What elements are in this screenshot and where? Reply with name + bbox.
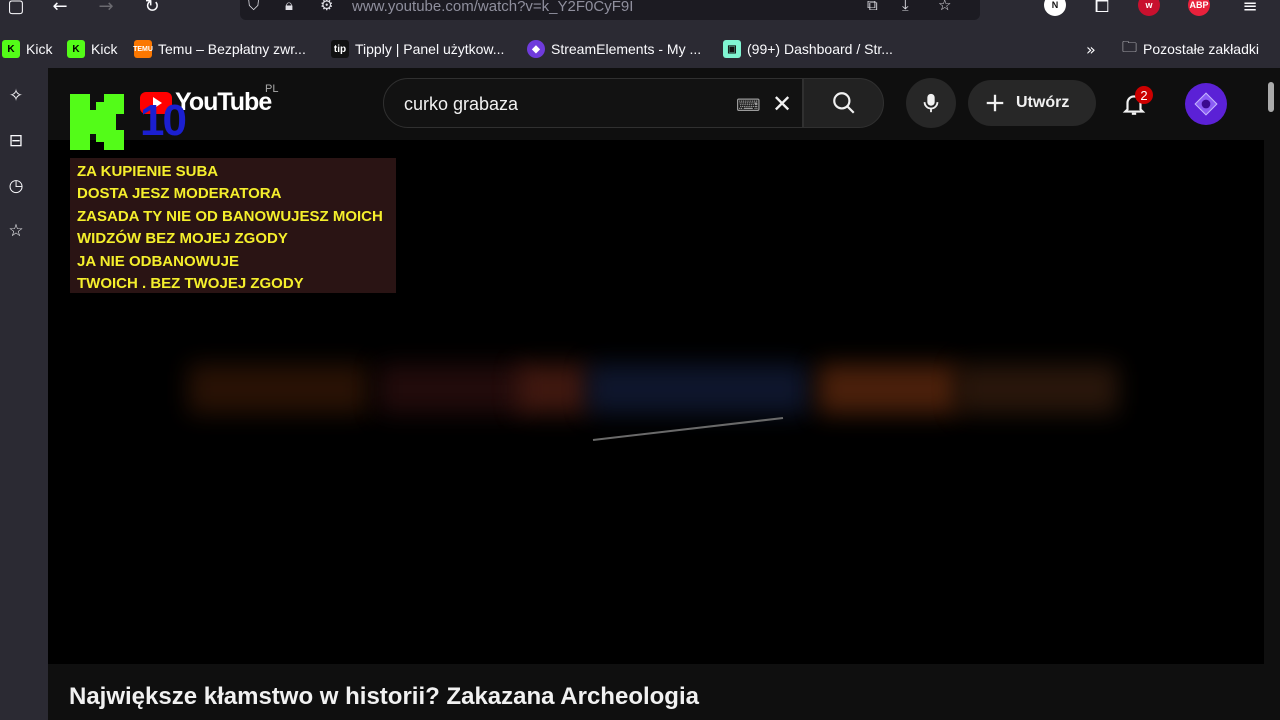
adblock-plus-icon[interactable]: ABP [1188,0,1210,16]
url-text[interactable]: www.youtube.com/watch?v=k_Y2F0CyF9I [352,0,633,15]
overlay-note: ZA KUPIENIE SUBA DOSTA JESZ MODERATORA Z… [70,158,396,293]
bookmarks-star-icon[interactable]: ☆ [4,219,28,243]
note-line: ZA KUPIENIE SUBA [77,163,219,180]
bookmarks-bar: K Kick K Kick TEMU Temu – Bezpłatny zwr.… [0,36,1280,62]
bookmark-streamelements[interactable]: ◆ StreamElements - My ... [527,38,701,60]
note-line: ZASADA TY NIE OD BANOWUJESZ MOICH [77,207,383,225]
menu-icon[interactable]: ≡ [1236,0,1264,18]
other-bookmarks-folder[interactable]: 🗀︎ Pozostałe zakładki [1122,38,1259,60]
note-line: JA NIE ODBANOWUJE [77,252,239,270]
bookmark-kick-1[interactable]: K Kick [2,38,52,60]
avatar[interactable] [1185,83,1227,125]
history-icon[interactable]: ◷ [4,174,28,198]
reload-icon[interactable]: ↻ [138,0,166,18]
avatar-emblem-icon [1194,92,1218,116]
clear-search-icon[interactable]: ✕ [772,90,792,118]
shield-icon[interactable]: ⛉ [248,0,259,14]
kick-icon: K [67,40,85,58]
forward-arrow-icon[interactable]: → [92,0,120,18]
voice-search-button[interactable] [906,78,956,128]
tipply-icon: tip [331,40,349,58]
note-line: TWOICH . BEZ TWOJEJ ZGODY [77,275,304,293]
plus-icon [986,94,1004,112]
country-code: PL [265,83,279,95]
search-icon [832,92,855,114]
download-icon[interactable]: ⤓ [902,0,909,14]
temu-icon: TEMU [133,40,153,58]
extension-w-icon[interactable]: w [1138,0,1160,16]
star-icon[interactable]: ☆ [938,0,951,14]
extension-puzzle-icon[interactable]: ⧠ [1088,0,1116,18]
create-button[interactable]: Utwórz [968,80,1096,126]
note-line: WIDZÓW BEZ MOJEJ ZGODY [77,230,288,248]
ai-sparkle-icon[interactable]: ✧ [4,84,28,108]
bookmark-temu[interactable]: TEMU Temu – Bezpłatny zwr... [133,38,306,60]
search-query[interactable]: curko grabaza [404,94,518,115]
bookmarks-overflow-icon[interactable]: » [1086,38,1096,60]
kick-logo-icon [70,94,124,150]
search-button[interactable] [803,78,884,128]
streamelements-icon: ◆ [527,40,545,58]
sidebar-toggle-icon[interactable]: ▢ [2,0,30,18]
streamlabs-icon: ▣ [723,40,741,58]
folder-icon: 🗀︎ [1122,37,1138,56]
pip-icon[interactable]: ⧉ [867,0,878,14]
back-arrow-icon[interactable]: ← [46,0,74,18]
bookmark-streamlabs[interactable]: ▣ (99+) Dashboard / Str... [723,38,893,60]
keyboard-icon[interactable]: ⌨ [736,96,761,116]
extension-n-icon[interactable]: N [1044,0,1066,16]
bookmark-tipply[interactable]: tip Tipply | Panel użytkow... [331,38,504,60]
notification-badge: 2 [1135,86,1153,104]
video-title: Największe kłamstwo w historii? Zakazana… [69,683,699,710]
page-scrollbar[interactable] [1268,82,1274,112]
search-input[interactable]: curko grabaza ⌨ ✕ [383,78,803,128]
address-bar[interactable]: ⛉ 🔒︎ ⚙ www.youtube.com/watch?v=k_Y2F0CyF… [240,0,980,20]
microphone-icon [923,93,939,113]
lock-icon[interactable]: 🔒︎ [285,0,293,14]
kick-icon: K [2,40,20,58]
navigation-row: ▢ ← → ↻ ⛉ 🔒︎ ⚙ www.youtube.com/watch?v=k… [0,0,1280,24]
permissions-icon[interactable]: ⚙ [320,0,333,14]
browser-sidebar: ✧ ⊟ ◷ ☆ [0,68,48,720]
browser-toolbar: ▢ ← → ↻ ⛉ 🔒︎ ⚙ www.youtube.com/watch?v=k… [0,0,1280,68]
bookmark-kick-2[interactable]: K Kick [67,38,117,60]
kick-overlay-number: 10 [140,96,187,145]
synced-tabs-icon[interactable]: ⊟ [4,129,28,153]
note-line: DOSTA JESZ MODERATORA [77,185,282,203]
